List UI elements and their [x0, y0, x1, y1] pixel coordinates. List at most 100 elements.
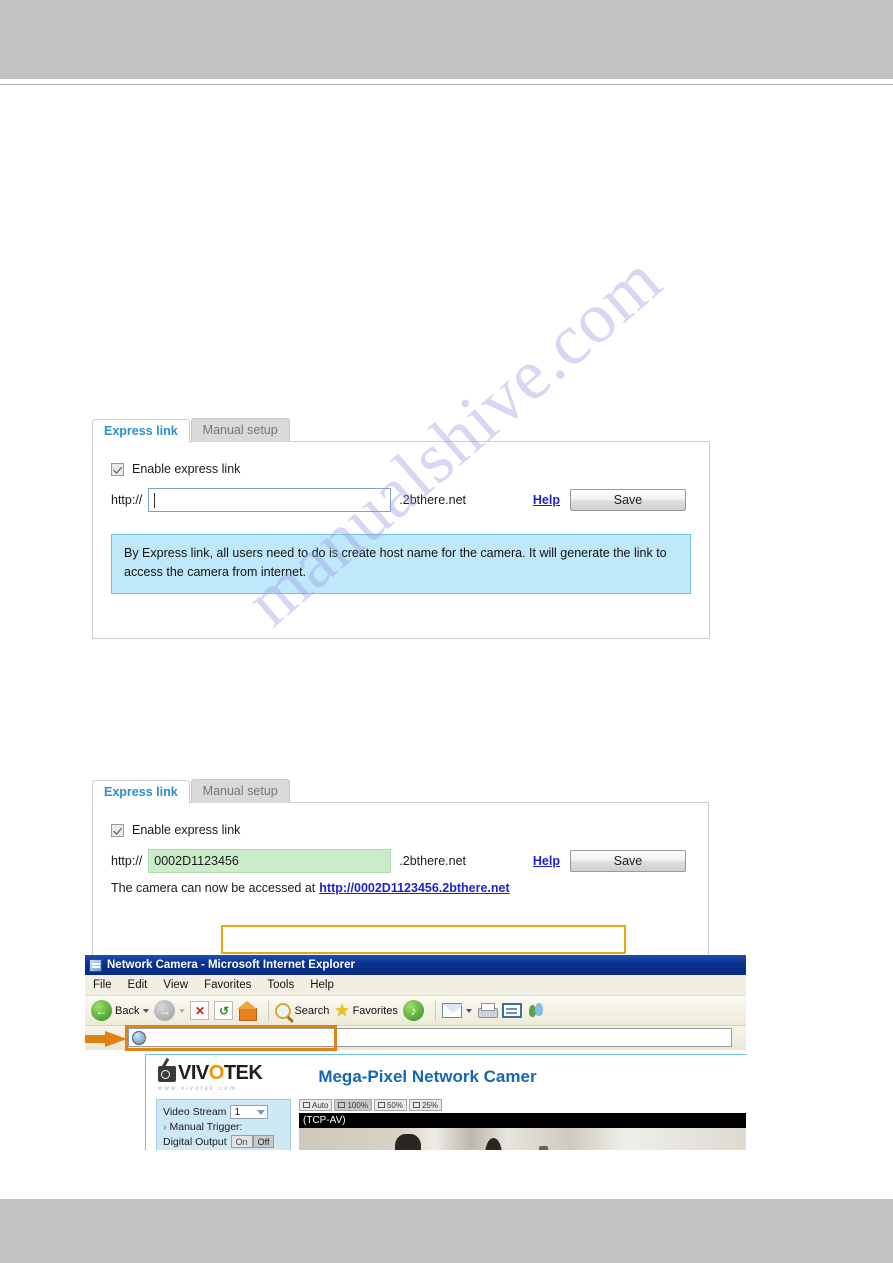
video-object: [485, 1138, 502, 1150]
manual-trigger-label: Manual Trigger:: [169, 1121, 243, 1133]
zoom-icon: [412, 1102, 420, 1108]
access-result-text: The camera can now be accessed at: [111, 881, 316, 895]
vivotek-logo: VIVOTEK www.vivotek.com: [158, 1062, 263, 1092]
menu-item-view[interactable]: View: [163, 979, 188, 991]
domain-suffix-label: .2bthere.net: [399, 854, 466, 868]
zoom-button-auto[interactable]: Auto: [299, 1099, 333, 1111]
chevron-down-icon[interactable]: [465, 1008, 472, 1013]
edit-icon: [501, 1003, 522, 1018]
forward-button[interactable]: →: [154, 1000, 186, 1021]
host-name-input[interactable]: 0002D1123456: [148, 849, 392, 873]
tab-manual-setup[interactable]: Manual setup: [190, 418, 290, 442]
menu-item-tools[interactable]: Tools: [267, 979, 294, 991]
messenger-icon: [527, 1002, 545, 1019]
express-link-panel-filled: Express link Manual setup Enable express…: [92, 779, 709, 958]
mail-button[interactable]: [441, 1003, 472, 1018]
favorites-button-label: Favorites: [352, 1004, 398, 1017]
zoom-button-50[interactable]: 50%: [373, 1099, 407, 1111]
host-name-row: http:// 0002D1123456 .2bthere.net Help S…: [111, 849, 686, 873]
tab-express-link[interactable]: Express link: [92, 419, 190, 443]
favorites-button[interactable]: ★ Favorites: [334, 1001, 398, 1020]
media-button[interactable]: ♪: [402, 1000, 424, 1021]
protocol-label: http://: [111, 854, 143, 868]
stop-icon: ✕: [190, 1001, 210, 1020]
mail-icon: [441, 1003, 463, 1018]
save-button[interactable]: Save: [570, 850, 686, 872]
camera-web-page: VIVOTEK www.vivotek.com Mega-Pixel Netwo…: [85, 1050, 746, 1150]
menu-item-edit[interactable]: Edit: [128, 979, 148, 991]
page-header-band: [0, 0, 893, 79]
camera-page-header: VIVOTEK www.vivotek.com Mega-Pixel Netwo…: [146, 1055, 746, 1099]
printer-icon: [477, 1003, 498, 1018]
panel-body: Enable express link http:// .2bthere.net…: [92, 441, 710, 639]
manual-trigger-row[interactable]: › Manual Trigger:: [163, 1121, 285, 1133]
express-link-panel-empty: Express link Manual setup Enable express…: [92, 418, 710, 639]
video-stream-row: Video Stream 1: [163, 1105, 285, 1119]
digital-output-on[interactable]: On: [230, 1135, 253, 1148]
video-stream-select[interactable]: 1: [230, 1105, 269, 1119]
home-icon: [237, 1000, 258, 1021]
browser-address-bar: [85, 1025, 746, 1051]
address-input[interactable]: [128, 1028, 732, 1047]
host-name-row: http:// .2bthere.net Help Save: [111, 488, 686, 512]
messenger-button[interactable]: [527, 1002, 545, 1019]
help-link[interactable]: Help: [533, 854, 560, 868]
enable-express-link-row[interactable]: Enable express link: [111, 462, 709, 476]
camera-page-main: Video Stream 1 › Manual Trigger: Digital…: [146, 1099, 746, 1150]
chevron-down-icon[interactable]: [143, 1008, 150, 1013]
host-name-input[interactable]: [148, 488, 392, 512]
tab-manual-setup[interactable]: Manual setup: [190, 779, 290, 803]
zoom-button-label: Auto: [312, 1100, 329, 1110]
camera-video-column: Auto 100% 50% 25% (TCP-AV): [299, 1099, 746, 1150]
zoom-icon: [377, 1102, 385, 1108]
chevron-down-icon: [179, 1008, 186, 1013]
menu-item-file[interactable]: File: [93, 979, 112, 991]
menu-item-help[interactable]: Help: [310, 979, 334, 991]
browser-menu-bar: File Edit View Favorites Tools Help: [85, 975, 746, 996]
enable-express-link-checkbox[interactable]: [111, 462, 124, 476]
star-icon: ★: [334, 1001, 350, 1020]
chevron-right-icon: ›: [163, 1121, 167, 1133]
protocol-label: http://: [111, 493, 143, 507]
video-stream-view[interactable]: [299, 1128, 746, 1150]
back-button[interactable]: ← Back: [91, 1000, 150, 1021]
ie-window-icon: [89, 958, 102, 972]
video-object: [539, 1146, 548, 1150]
vivotek-brand-text: VIVOTEK: [178, 1062, 263, 1084]
zoom-button-25[interactable]: 25%: [408, 1099, 442, 1111]
vivotek-wordmark: VIVOTEK: [158, 1062, 263, 1085]
access-result-row: The camera can now be accessed at http:/…: [111, 881, 708, 895]
enable-express-link-checkbox[interactable]: [111, 823, 124, 837]
digital-output-toggle[interactable]: On Off: [230, 1135, 275, 1148]
enable-express-link-label: Enable express link: [132, 823, 241, 837]
forward-arrow-icon: →: [154, 1000, 176, 1021]
vivotek-url-text: www.vivotek.com: [158, 1086, 238, 1092]
enable-express-link-row[interactable]: Enable express link: [111, 823, 708, 837]
domain-suffix-label: .2bthere.net: [399, 493, 466, 507]
menu-item-favorites[interactable]: Favorites: [204, 979, 251, 991]
enable-express-link-label: Enable express link: [132, 462, 241, 476]
print-button[interactable]: [477, 1003, 498, 1018]
zoom-button-100[interactable]: 100%: [334, 1099, 372, 1111]
zoom-icon: [303, 1102, 310, 1108]
page-header-rule: [0, 84, 893, 85]
zoom-button-label: 50%: [386, 1100, 403, 1110]
camera-access-link[interactable]: http://0002D1123456.2bthere.net: [319, 881, 509, 895]
digital-output-off[interactable]: Off: [252, 1135, 275, 1148]
save-button[interactable]: Save: [570, 489, 686, 511]
help-link[interactable]: Help: [533, 493, 560, 507]
zoom-button-label: 100%: [347, 1100, 368, 1110]
stop-button[interactable]: ✕: [190, 1001, 210, 1020]
video-status-bar: (TCP-AV): [299, 1113, 746, 1128]
orange-pointer-arrow: [85, 1031, 127, 1047]
video-zoom-bar: Auto 100% 50% 25%: [299, 1099, 746, 1111]
edit-button[interactable]: [501, 1003, 522, 1018]
search-button[interactable]: Search: [275, 1002, 329, 1019]
camera-page-frame: VIVOTEK www.vivotek.com Mega-Pixel Netwo…: [145, 1054, 746, 1150]
home-button[interactable]: [237, 1000, 258, 1021]
ie-page-icon: [132, 1030, 146, 1045]
media-icon: ♪: [402, 1000, 424, 1021]
refresh-button[interactable]: ↺: [214, 1001, 234, 1020]
tab-bar: Express link Manual setup: [92, 779, 709, 804]
tab-express-link[interactable]: Express link: [92, 780, 190, 804]
